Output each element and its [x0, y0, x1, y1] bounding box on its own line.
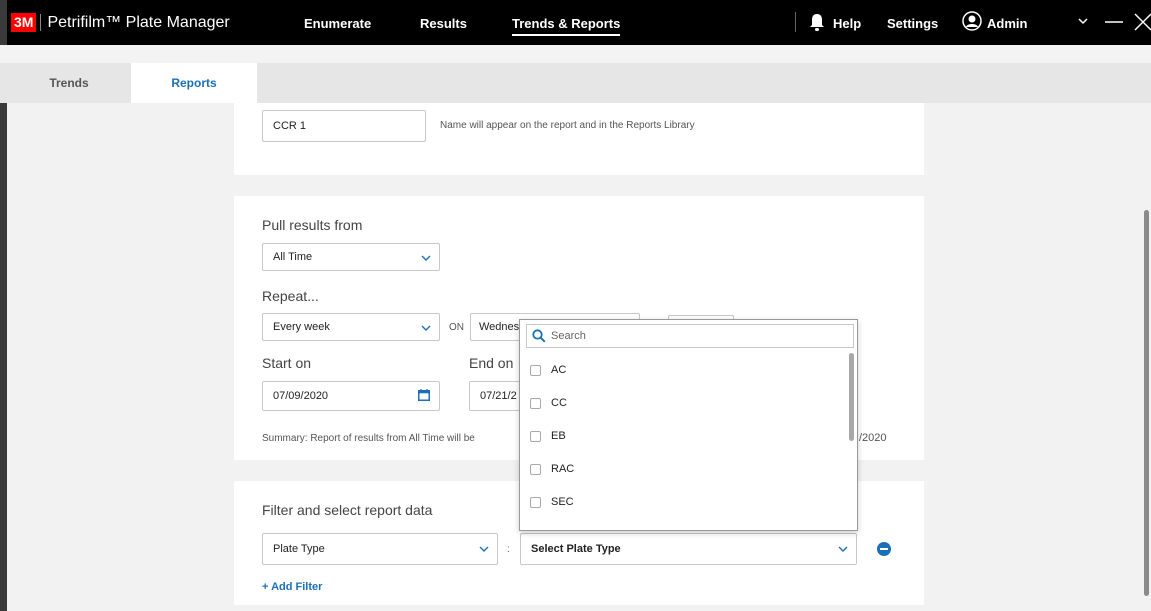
3m-logo: 3M [11, 13, 37, 32]
summary-text-end: /2020 [859, 432, 887, 444]
filter-field-select[interactable]: Plate Type [262, 533, 498, 565]
checkbox[interactable] [530, 463, 541, 475]
user-avatar-icon[interactable] [962, 11, 982, 31]
help-link[interactable]: Help [833, 16, 861, 31]
pull-results-label: Pull results from [262, 217, 363, 233]
search-icon [532, 329, 546, 343]
checkbox[interactable] [530, 496, 541, 508]
chevron-down-icon [421, 255, 431, 261]
bell-icon[interactable] [808, 12, 826, 32]
remove-filter-button[interactable] [877, 542, 891, 556]
brand-divider [40, 14, 42, 31]
start-date-value: 07/09/2020 [273, 390, 329, 402]
chevron-down-icon [479, 546, 489, 552]
plate-type-dropdown: AC CC EB RAC SEC [519, 319, 858, 531]
on-label: ON [449, 322, 464, 333]
top-bar: 3M Petrifilm™ Plate Manager Enumerate Re… [0, 0, 1151, 45]
option-eb[interactable]: EB [530, 426, 566, 446]
pull-results-value: All Time [273, 251, 313, 263]
search-input[interactable] [551, 327, 841, 345]
sub-bar [0, 45, 1151, 63]
filter-separator: : [507, 544, 510, 555]
nav-divider [795, 12, 796, 32]
option-sec[interactable]: SEC [530, 492, 574, 512]
option-label: RAC [551, 463, 575, 475]
checkbox[interactable] [530, 397, 541, 409]
end-date-value: 07/21/2 [480, 390, 517, 402]
option-label: EB [551, 430, 566, 442]
end-on-label: End on [469, 355, 514, 371]
close-icon[interactable] [1133, 12, 1151, 32]
tab-trends[interactable]: Trends [6, 63, 132, 103]
repeat-select[interactable]: Every week [262, 313, 440, 341]
report-name-hint: Name will appear on the report and in th… [440, 120, 695, 131]
plate-type-select[interactable]: Select Plate Type [520, 533, 857, 565]
plate-type-value: Select Plate Type [531, 543, 621, 555]
window-edge [0, 45, 7, 611]
user-name[interactable]: Admin [987, 16, 1027, 31]
repeat-value: Every week [273, 321, 330, 333]
nav-results[interactable]: Results [420, 16, 467, 31]
tab-reports[interactable]: Reports [131, 63, 257, 103]
option-label: CC [551, 397, 567, 409]
checkbox[interactable] [530, 364, 541, 376]
settings-link[interactable]: Settings [887, 16, 938, 31]
chevron-down-icon[interactable] [1077, 16, 1089, 26]
option-cc[interactable]: CC [530, 393, 567, 413]
nav-trends-reports[interactable]: Trends & Reports [512, 16, 621, 36]
option-label: SEC [551, 496, 574, 508]
dropdown-scrollbar[interactable] [849, 353, 854, 441]
add-filter-button[interactable]: + Add Filter [262, 581, 322, 593]
checkbox[interactable] [530, 430, 541, 442]
app-title: Petrifilm™ Plate Manager [47, 13, 230, 31]
page-scrollbar[interactable] [1144, 210, 1149, 596]
brand: 3M Petrifilm™ Plate Manager [11, 13, 230, 32]
repeat-label: Repeat... [262, 288, 319, 304]
nav-enumerate[interactable]: Enumerate [304, 16, 371, 31]
chevron-down-icon [421, 325, 431, 331]
filter-field-value: Plate Type [273, 543, 325, 555]
pull-results-select[interactable]: All Time [262, 243, 440, 271]
start-on-label: Start on [262, 355, 312, 371]
report-name-input[interactable]: CCR 1 [262, 110, 426, 142]
summary-text: Summary: Report of results from All Time… [262, 433, 475, 444]
tab-bar: Trends Reports [0, 63, 1151, 103]
start-date-input[interactable]: 07/09/2020 [262, 381, 440, 411]
dropdown-search [526, 324, 854, 348]
option-ac[interactable]: AC [530, 360, 566, 380]
chevron-down-icon [838, 546, 848, 552]
filter-section-label: Filter and select report data [262, 502, 433, 518]
minimize-icon[interactable] [1105, 20, 1123, 24]
calendar-icon[interactable] [418, 389, 430, 401]
option-rac[interactable]: RAC [530, 459, 574, 479]
day-value: Wednes [479, 321, 520, 333]
option-label: AC [551, 364, 567, 376]
